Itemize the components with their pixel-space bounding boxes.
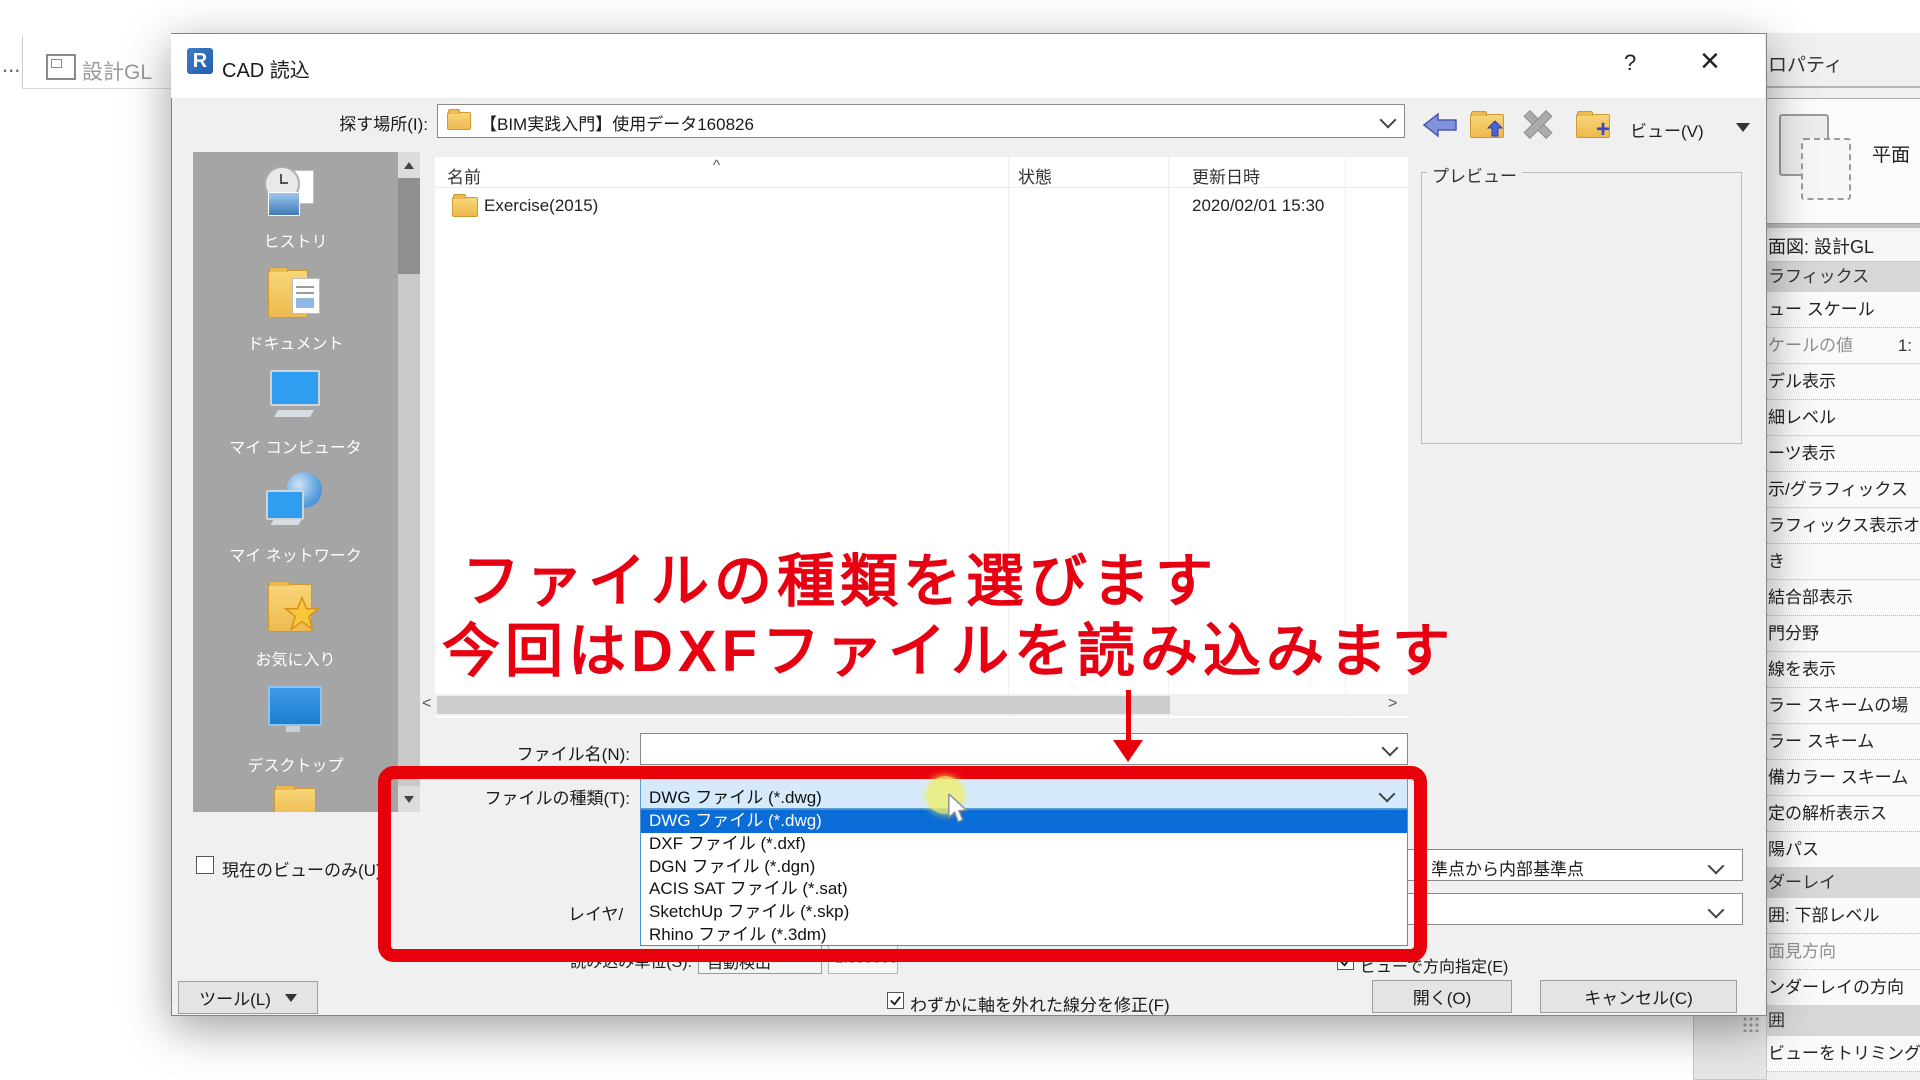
look-in-label: 探す場所(I): [258, 110, 428, 135]
sidebar-scrollbar[interactable] [398, 152, 420, 812]
annotation-arrowhead-icon [1113, 740, 1143, 762]
desktop-icon [268, 682, 320, 738]
mouse-cursor-icon [947, 794, 971, 831]
dialog-titlebar[interactable] [171, 34, 1765, 98]
clipped-folder-icon [274, 788, 316, 812]
file-name-combobox[interactable] [640, 733, 1408, 765]
view-menu-button[interactable]: ビュー(V) [1630, 117, 1704, 142]
hscrollbar-thumb[interactable] [437, 696, 1170, 714]
annotation-line2: 今回はDXFファイルを読み込みます [442, 604, 1455, 688]
positioning-value: 準点から内部基準点 [1431, 855, 1584, 880]
view-menu-caret-icon[interactable] [1736, 123, 1750, 132]
file-row-modified: 2020/02/01 15:30 [1192, 196, 1324, 216]
look-in-value: 【BIM実践入門】使用データ160826 [480, 110, 754, 135]
view-tab-icon [46, 54, 76, 80]
back-icon[interactable] [1422, 110, 1458, 140]
help-button[interactable]: ? [1624, 50, 1636, 76]
sidebar-item-my-computer[interactable]: マイ コンピュータ [193, 434, 398, 458]
scroll-right-icon[interactable]: > [1388, 695, 1397, 713]
property-value: 1: [1898, 328, 1912, 364]
properties-header: ロパティ [1768, 50, 1843, 77]
file-name-label: ファイル名(N): [430, 740, 630, 765]
current-view-only-label: 現在のビューのみ(U) [222, 856, 382, 881]
resize-grip-icon[interactable] [1742, 1016, 1760, 1032]
current-view-only-checkbox[interactable] [196, 856, 214, 874]
cancel-button[interactable]: キャンセル(C) [1540, 980, 1737, 1013]
my-network-icon [266, 472, 322, 530]
column-header-modified[interactable]: 更新日時 [1192, 163, 1260, 188]
correct-lines-checkbox[interactable] [887, 992, 904, 1009]
up-one-level-icon[interactable] [1468, 108, 1508, 140]
type-selector-icon-overlay [1801, 138, 1851, 200]
revit-icon: R [187, 48, 213, 74]
tab-bar-line [22, 88, 172, 89]
sidebar-item-desktop[interactable]: デスクトップ [193, 752, 398, 776]
file-list-hscrollbar[interactable]: < > [420, 694, 1408, 716]
screen: ... 設計GL ロパティ 平面 面図: 設計GL ラフィックス ュー スケール… [0, 0, 1920, 1080]
annotation-highlight-box [378, 766, 1427, 962]
favorites-icon [268, 578, 320, 634]
sidebar-item-my-network[interactable]: マイ ネットワーク [193, 542, 398, 566]
view-tab-label[interactable]: 設計GL [82, 56, 152, 86]
file-row-name: Exercise(2015) [484, 196, 598, 216]
chevron-down-icon[interactable] [1708, 858, 1725, 875]
folder-icon [447, 112, 471, 130]
preview-area [1421, 172, 1742, 444]
new-folder-icon[interactable]: + [1574, 108, 1614, 140]
folder-icon [452, 197, 478, 217]
close-button[interactable]: × [1700, 42, 1720, 81]
type-selector-label: 平面 [1872, 140, 1910, 167]
left-divider [22, 36, 23, 88]
scroll-up-icon[interactable] [398, 152, 420, 178]
annotation-arrow [1126, 690, 1131, 742]
file-row[interactable]: Exercise(2015) 2020/02/01 15:30 [435, 193, 1408, 221]
chevron-down-icon[interactable] [1708, 902, 1725, 919]
sort-ascending-icon[interactable]: ^ [713, 157, 720, 174]
overflow-ellipsis[interactable]: ... [2, 52, 20, 78]
preview-label: プレビュー [1427, 162, 1522, 187]
history-icon [264, 166, 320, 218]
places-sidebar: ヒストリ ドキュメント マイ コンピュータ マイ ネットワーク お気に入り [193, 152, 398, 812]
sidebar-item-documents[interactable]: ドキュメント [193, 330, 398, 354]
header-divider [435, 187, 1408, 188]
my-computer-icon [268, 370, 320, 422]
correct-lines-label: わずかに軸を外れた線分を修正(F) [910, 991, 1170, 1016]
tools-button[interactable]: ツール(L) [178, 981, 318, 1014]
dialog-title: CAD 読込 [222, 54, 310, 83]
scrollbar-thumb[interactable] [398, 178, 420, 274]
documents-icon [268, 266, 324, 320]
scroll-left-icon[interactable]: < [422, 695, 431, 713]
sidebar-item-favorites[interactable]: お気に入り [193, 646, 398, 670]
delete-icon[interactable] [1520, 108, 1556, 138]
sidebar-item-history[interactable]: ヒストリ [193, 228, 398, 252]
column-header-status[interactable]: 状態 [1018, 163, 1052, 188]
open-button[interactable]: 開く(O) [1372, 980, 1512, 1013]
column-header-name[interactable]: 名前 [447, 163, 481, 188]
